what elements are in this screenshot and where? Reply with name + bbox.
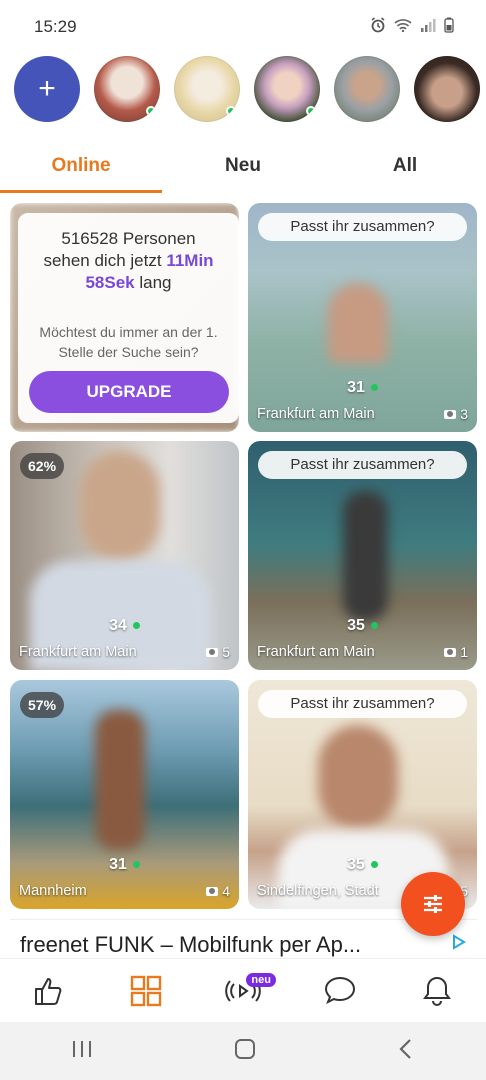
tab-neu[interactable]: Neu [162, 140, 324, 194]
online-indicator [306, 106, 316, 116]
profile-city: Frankfurt am Main [19, 644, 137, 660]
profile-age: 34 [10, 617, 239, 635]
adchoices-icon[interactable] [451, 934, 469, 952]
photo-count: 5 [206, 644, 230, 660]
online-indicator [370, 622, 378, 630]
online-indicator [132, 622, 140, 630]
story-avatar-3[interactable] [254, 56, 320, 122]
tab-all[interactable]: All [324, 140, 486, 194]
stories-row: + [14, 56, 486, 124]
back-icon[interactable] [396, 1037, 416, 1066]
new-badge: neu [246, 973, 276, 987]
nav-messages[interactable] [292, 959, 389, 1022]
online-indicator [370, 384, 378, 392]
grid-icon [130, 975, 161, 1006]
profile-card[interactable]: Passt ihr zusammen? 35 Frankfurt am Main… [248, 441, 477, 670]
story-avatar-2[interactable] [174, 56, 240, 122]
signal-icon [420, 18, 436, 35]
online-indicator [146, 106, 156, 116]
match-percentage-badge: 57% [20, 692, 65, 718]
bell-icon [423, 976, 452, 1006]
profile-age: 31 [10, 856, 239, 874]
home-icon[interactable] [233, 1037, 257, 1066]
profile-age: 35 [248, 617, 477, 635]
nav-live[interactable]: neu [194, 959, 291, 1022]
online-indicator [370, 861, 378, 869]
ad-text: freenet FUNK – Mobilfunk per Ap... [20, 932, 362, 957]
match-prompt-pill[interactable]: Passt ihr zusammen? [258, 451, 467, 479]
story-avatar-1[interactable] [94, 56, 160, 122]
thumbs-up-icon [34, 977, 61, 1005]
upgrade-message: 516528 Personen sehen dich jetzt 11Min 5… [43, 229, 214, 292]
sliders-icon [424, 895, 442, 913]
profile-city: Frankfurt am Main [257, 406, 375, 422]
nav-likes[interactable] [0, 959, 97, 1022]
wifi-icon [394, 18, 412, 35]
chat-bubble-icon [325, 976, 356, 1004]
camera-icon [444, 647, 457, 657]
profile-city: Frankfurt am Main [257, 644, 375, 660]
profile-city: Sindelfingen, Stadt [257, 883, 379, 899]
profile-age: 35 [248, 856, 477, 874]
ad-banner[interactable]: freenet FUNK – Mobilfunk per Ap... [10, 919, 477, 957]
add-story-button[interactable]: + [14, 56, 80, 122]
nav-notifications[interactable] [389, 959, 486, 1022]
photo-count: 3 [444, 406, 468, 422]
upgrade-question: Möchtest du immer an der 1. Stelle der S… [39, 324, 218, 360]
tab-online[interactable]: Online [0, 140, 162, 194]
profile-card[interactable]: Passt ihr zusammen? 31 Frankfurt am Main… [248, 203, 477, 432]
match-prompt-pill[interactable]: Passt ihr zusammen? [258, 690, 467, 718]
system-nav-bar [0, 1022, 486, 1080]
bottom-nav: neu [0, 958, 486, 1022]
camera-icon [444, 409, 457, 419]
filter-tabs: Online Neu All [0, 140, 486, 194]
match-prompt-pill[interactable]: Passt ihr zusammen? [258, 213, 467, 241]
online-indicator [226, 106, 236, 116]
battery-icon [444, 17, 454, 36]
status-time: 15:29 [34, 17, 77, 36]
online-indicator [132, 861, 140, 869]
photo-count: 1 [444, 644, 468, 660]
story-avatar-5[interactable] [414, 56, 480, 122]
status-icons [370, 17, 454, 36]
upgrade-panel: 516528 Personen sehen dich jetzt 11Min 5… [18, 213, 239, 423]
camera-icon [206, 886, 219, 896]
photo-count: 4 [206, 883, 230, 899]
plus-icon: + [38, 72, 56, 105]
camera-icon [206, 647, 219, 657]
nav-grid[interactable] [97, 959, 194, 1022]
profile-card[interactable]: 62% 34 Frankfurt am Main 5 [10, 441, 239, 670]
alarm-icon [370, 17, 386, 36]
profile-age: 31 [248, 379, 477, 397]
filter-button[interactable] [401, 872, 465, 936]
story-avatar-4[interactable] [334, 56, 400, 122]
match-percentage-badge: 62% [20, 453, 65, 479]
status-bar: 15:29 [0, 0, 486, 52]
profile-city: Mannheim [19, 883, 87, 899]
profile-card[interactable]: 57% 31 Mannheim 4 [10, 680, 239, 909]
upgrade-card[interactable]: 516528 Personen sehen dich jetzt 11Min 5… [10, 203, 239, 432]
upgrade-button[interactable]: UPGRADE [29, 371, 229, 413]
recent-apps-icon[interactable] [70, 1039, 94, 1064]
